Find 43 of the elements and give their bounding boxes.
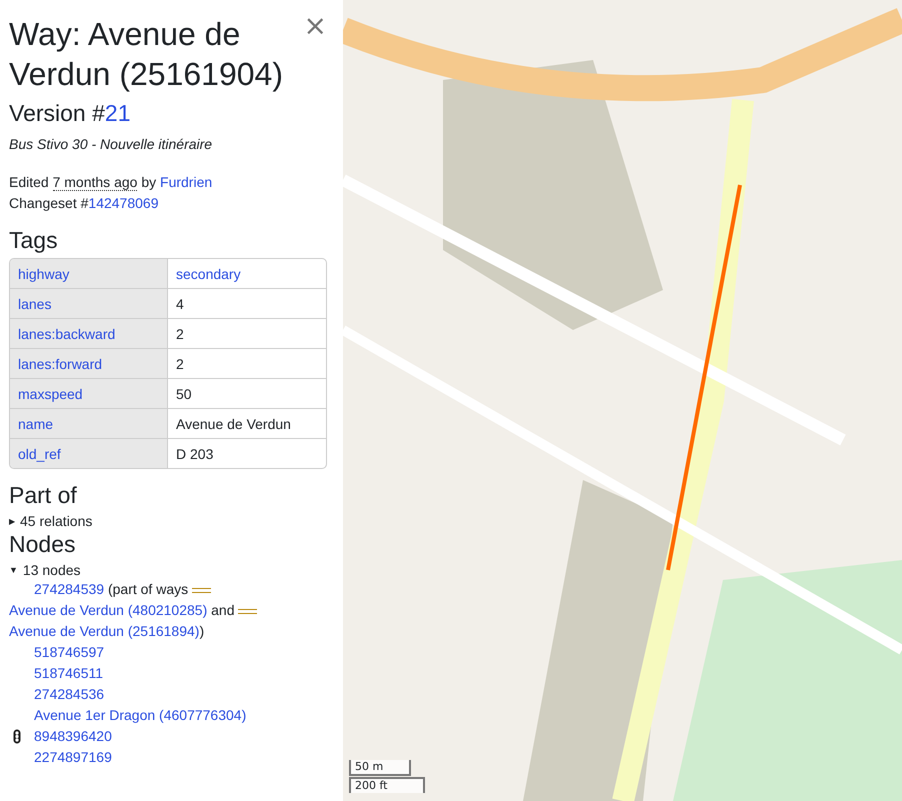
tag-key[interactable]: lanes:forward bbox=[10, 349, 168, 379]
tag-key[interactable]: lanes:backward bbox=[10, 319, 168, 349]
node-link[interactable]: 274284539 bbox=[34, 581, 104, 597]
changeset-link[interactable]: 142478069 bbox=[88, 195, 158, 211]
node-link[interactable]: 518746511 bbox=[34, 665, 104, 681]
way-icon bbox=[238, 608, 258, 614]
node-link[interactable]: 518746597 bbox=[34, 644, 104, 660]
edit-info: Edited 7 months ago by Furdrien bbox=[9, 173, 214, 193]
tag-key[interactable]: name bbox=[10, 409, 168, 439]
changeset-info: Changeset #142478069 bbox=[9, 194, 160, 213]
tag-key[interactable]: lanes bbox=[10, 289, 168, 319]
tag-key[interactable]: maxspeed bbox=[10, 379, 168, 409]
close-button[interactable]: × bbox=[302, 14, 329, 38]
details-toggle[interactable]: ▶ 45 relations bbox=[9, 513, 335, 529]
tag-value: 2 bbox=[168, 319, 326, 349]
version-heading: Version #21 bbox=[9, 99, 132, 128]
way-icon bbox=[192, 588, 211, 593]
way-title: Way: Avenue de Verdun (25161904) bbox=[9, 15, 284, 94]
part-of-heading: Part of bbox=[9, 481, 78, 509]
tag-value: 50 bbox=[168, 379, 326, 409]
node-link[interactable]: 2274897169 bbox=[34, 749, 112, 765]
nodes-heading: Nodes bbox=[9, 530, 76, 558]
traffic-light-icon bbox=[13, 729, 21, 744]
node-link[interactable]: 274284536 bbox=[34, 686, 104, 702]
tag-value: D 203 bbox=[175, 444, 214, 464]
tag-value: 4 bbox=[168, 289, 326, 319]
tags-heading: Tags bbox=[9, 226, 59, 254]
user-link[interactable]: Furdrien bbox=[160, 174, 212, 190]
node-entry: 274284539 (part of ways Avenue de Verdun (480210285) and Avenue de Verdun (25161894)) bbox=[9, 579, 335, 642]
tag-value[interactable]: secondary bbox=[168, 259, 326, 289]
scale-bar: 50 m bbox=[349, 760, 411, 776]
tag-key[interactable]: old_ref bbox=[10, 439, 168, 468]
tag-value: 2 bbox=[168, 349, 326, 379]
tag-key[interactable]: highway bbox=[10, 259, 168, 289]
node-link[interactable]: Avenue 1er Dragon (4607776304) bbox=[34, 707, 246, 723]
way-link[interactable]: Avenue de Verdun (25161894) bbox=[9, 623, 200, 639]
scale-bar: 200 ft bbox=[349, 777, 425, 793]
changeset-comment: Bus Stivo 30 - Nouvelle itinéraire bbox=[9, 136, 214, 152]
version-link[interactable]: 21 bbox=[104, 100, 130, 126]
tag-value: Avenue de Verdun bbox=[168, 409, 326, 439]
way-link[interactable]: Avenue de Verdun (480210285) bbox=[9, 602, 208, 618]
details-toggle[interactable]: ▼ 13 nodes bbox=[9, 562, 335, 578]
node-link[interactable]: 8948396420 bbox=[34, 728, 112, 744]
